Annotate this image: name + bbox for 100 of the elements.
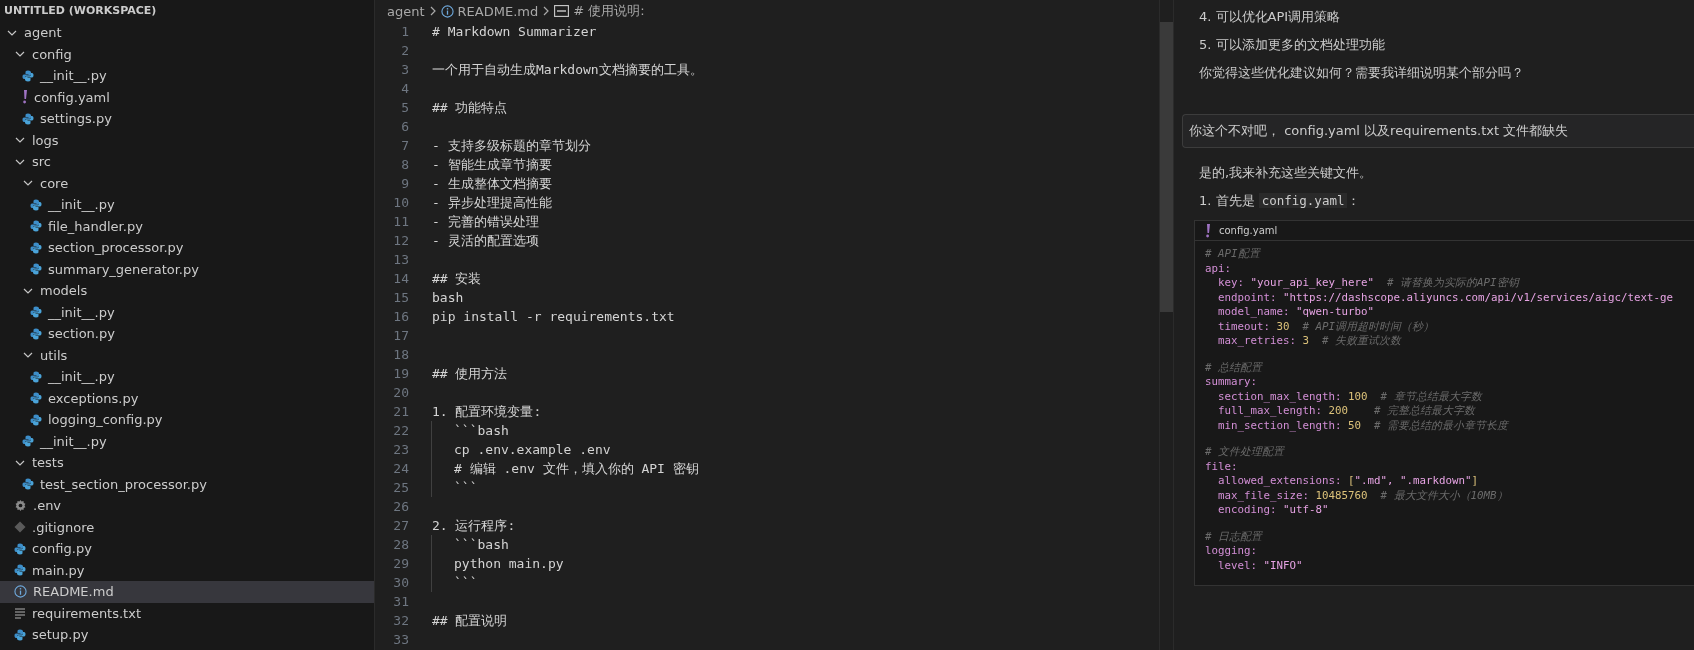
code-line: # Markdown Summarizer bbox=[431, 23, 597, 41]
folder-item[interactable]: agent bbox=[0, 22, 374, 44]
code-line: ## 配置说明 bbox=[431, 612, 508, 630]
line-number: 15 bbox=[392, 290, 410, 305]
file-item[interactable]: __init__.py bbox=[0, 430, 374, 452]
info-icon bbox=[14, 585, 27, 599]
code-line: 1. 配置环境变量: bbox=[431, 403, 542, 421]
line-number: 33 bbox=[392, 632, 410, 647]
python-icon bbox=[22, 435, 34, 448]
file-item[interactable]: summary_generator.py bbox=[0, 258, 374, 280]
code-line: ## 安装 bbox=[431, 270, 482, 288]
file-item[interactable]: settings.py bbox=[0, 108, 374, 130]
file-item[interactable]: file_handler.py bbox=[0, 215, 374, 237]
code-line: logging: bbox=[1205, 544, 1258, 559]
file-item[interactable]: .gitignore bbox=[0, 516, 374, 538]
line-number: 4 bbox=[400, 81, 410, 96]
line-number: 29 bbox=[392, 556, 410, 571]
code-line: - 灵活的配置选项 bbox=[431, 232, 539, 250]
code-line: full_max_length: 200 # 完整总结最大字数 bbox=[1217, 404, 1477, 419]
line-number: 13 bbox=[392, 252, 410, 267]
code-line: key: "your_api_key_here" # 请替换为实际的API密钥 bbox=[1217, 276, 1521, 291]
line-number: 1 bbox=[400, 24, 410, 39]
file-item[interactable]: setup.py bbox=[0, 624, 374, 646]
diamond-icon bbox=[14, 521, 26, 534]
string-symbol-icon bbox=[554, 5, 570, 17]
folder-item[interactable]: models bbox=[0, 280, 374, 302]
file-item[interactable]: test_section_processor.py bbox=[0, 473, 374, 495]
line-number: 24 bbox=[392, 461, 410, 476]
file-item[interactable]: requirements.txt bbox=[0, 602, 374, 624]
line-number: 12 bbox=[392, 233, 410, 248]
line-number: 28 bbox=[392, 537, 410, 552]
chat-message: 1. 首先是 config.yaml ： bbox=[1199, 192, 1362, 210]
code-line: # 编辑 .env 文件，填入你的 API 密钥 bbox=[431, 459, 699, 478]
breadcrumb-item[interactable]: # 使用说明: bbox=[573, 2, 645, 20]
file-item[interactable]: exceptions.py bbox=[0, 387, 374, 409]
line-number: 8 bbox=[400, 157, 410, 172]
file-item[interactable]: __init__.py bbox=[0, 301, 374, 323]
line-number: 25 bbox=[392, 480, 410, 495]
python-icon bbox=[22, 112, 34, 125]
chat-message: 是的,我来补充这些关键文件。 bbox=[1199, 164, 1374, 182]
python-icon bbox=[30, 413, 42, 426]
file-item[interactable]: __init__.py bbox=[0, 65, 374, 87]
line-number: 30 bbox=[392, 575, 410, 590]
code-line: - 完善的错误处理 bbox=[431, 213, 539, 231]
file-item[interactable]: main.py bbox=[0, 559, 374, 581]
python-icon bbox=[22, 69, 34, 82]
folder-item[interactable]: tests bbox=[0, 452, 374, 474]
line-number: 10 bbox=[392, 195, 410, 210]
code-line: 一个用于自动生成Markdown文档摘要的工具。 bbox=[431, 61, 703, 79]
code-line: - 生成整体文档摘要 bbox=[431, 175, 552, 193]
python-icon bbox=[30, 306, 42, 319]
python-icon bbox=[14, 628, 26, 641]
code-line: # 日志配置 bbox=[1205, 529, 1264, 544]
code-line: # 总结配置 bbox=[1205, 360, 1264, 375]
line-number: 2 bbox=[400, 43, 410, 58]
folder-item[interactable]: config bbox=[0, 43, 374, 65]
code-line: - 异步处理提高性能 bbox=[431, 194, 552, 212]
code-line: model_name: "qwen-turbo" bbox=[1217, 305, 1376, 320]
python-icon bbox=[30, 198, 42, 211]
code-line: - 支持多级标题的章节划分 bbox=[431, 137, 591, 155]
user-message: 你这个不对吧， config.yaml 以及requirements.txt 文件都缺失 bbox=[1182, 114, 1694, 148]
code-line: # 文件处理配置 bbox=[1205, 445, 1286, 460]
chat-message: 5. 可以添加更多的文档处理功能 bbox=[1199, 36, 1386, 54]
file-item[interactable]: .env bbox=[0, 495, 374, 517]
python-icon bbox=[30, 220, 42, 233]
breadcrumb-item[interactable]: README.md bbox=[457, 3, 539, 19]
code-line: ## 使用方法 bbox=[431, 365, 508, 383]
code-line: ``` bbox=[431, 478, 478, 497]
breadcrumb-item[interactable]: agent bbox=[387, 3, 425, 19]
file-item[interactable]: __init__.py bbox=[0, 366, 374, 388]
code-line: max_file_size: 10485760 # 最大文件大小（10MB） bbox=[1217, 488, 1509, 503]
file-item[interactable]: config.yaml bbox=[0, 86, 374, 108]
line-number: 7 bbox=[400, 138, 410, 153]
scrollbar-thumb[interactable] bbox=[1160, 22, 1173, 312]
file-item[interactable]: README.md bbox=[0, 581, 374, 603]
file-item[interactable]: config.py bbox=[0, 538, 374, 560]
exclamation-icon bbox=[1205, 223, 1211, 238]
code-line: file: bbox=[1205, 459, 1239, 474]
code-line: timeout: 30 # API调用超时时间（秒） bbox=[1217, 319, 1436, 334]
code-line: 2. 运行程序: bbox=[431, 517, 516, 535]
chat-message: 4. 可以优化API调用策略 bbox=[1199, 8, 1342, 26]
code-line: bash bbox=[431, 289, 464, 307]
file-item[interactable]: section_processor.py bbox=[0, 237, 374, 259]
line-number: 11 bbox=[392, 214, 410, 229]
line-number: 16 bbox=[392, 309, 410, 324]
lines-icon bbox=[14, 607, 26, 620]
folder-item[interactable]: utils bbox=[0, 344, 374, 366]
folder-item[interactable]: logs bbox=[0, 129, 374, 151]
line-number: 17 bbox=[392, 328, 410, 343]
code-line: level: "INFO" bbox=[1217, 558, 1304, 573]
python-icon bbox=[30, 327, 42, 340]
python-icon bbox=[30, 263, 42, 276]
folder-item[interactable]: src bbox=[0, 151, 374, 173]
python-icon bbox=[22, 478, 34, 491]
folder-item[interactable]: core bbox=[0, 172, 374, 194]
chevron-icon bbox=[428, 6, 437, 16]
file-item[interactable]: __init__.py bbox=[0, 194, 374, 216]
file-item[interactable]: logging_config.py bbox=[0, 409, 374, 431]
file-item[interactable]: section.py bbox=[0, 323, 374, 345]
line-number: 5 bbox=[400, 100, 410, 115]
